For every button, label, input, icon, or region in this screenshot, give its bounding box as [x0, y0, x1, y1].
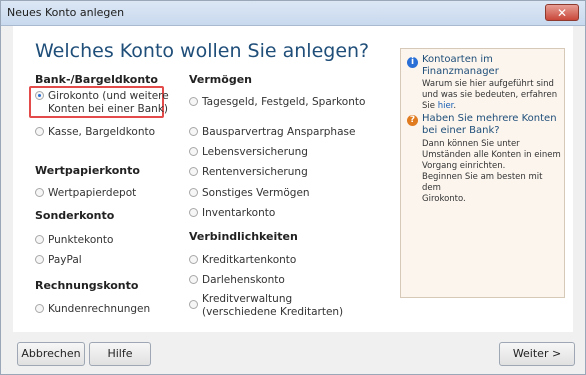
- info-text-kontoarten: Warum sie hier aufgeführt sind und was s…: [422, 79, 558, 111]
- option-lebensversicherung-label: Lebensversicherung: [202, 146, 308, 158]
- close-icon: ✕: [557, 6, 568, 20]
- radio-girokonto[interactable]: [35, 91, 44, 100]
- option-tagesgeld-label: Tagesgeld, Festgeld, Sparkonto: [202, 96, 366, 108]
- option-kundenrechnungen[interactable]: Kundenrechnungen: [35, 303, 150, 315]
- radio-kasse[interactable]: [35, 127, 44, 136]
- radio-bausparvertrag[interactable]: [189, 127, 198, 136]
- section-title-sonder: Sonderkonto: [35, 209, 115, 222]
- option-kasse[interactable]: Kasse, Bargeldkonto: [35, 126, 155, 138]
- radio-darlehens[interactable]: [189, 275, 198, 284]
- section-title-verbindlichkeiten: Verbindlichkeiten: [189, 230, 298, 243]
- next-button[interactable]: Weiter >: [499, 342, 575, 366]
- option-darlehens-label: Darlehenskonto: [202, 274, 285, 286]
- title-bar: Neues Konto anlegen ✕: [1, 1, 585, 26]
- option-girokonto-label-line1: Girokonto (und weitere: [48, 90, 169, 102]
- section-title-rechnung: Rechnungskonto: [35, 279, 139, 292]
- radio-tagesgeld[interactable]: [189, 97, 198, 106]
- content-area: Welches Konto wollen Sie anlegen? Bank-/…: [13, 26, 573, 332]
- option-kreditverwaltung[interactable]: Kreditverwaltung (verschiedene Kreditart…: [189, 293, 343, 319]
- option-kreditkarten[interactable]: Kreditkartenkonto: [189, 254, 296, 266]
- radio-paypal[interactable]: [35, 255, 44, 264]
- cancel-button[interactable]: Abbrechen: [17, 342, 85, 366]
- radio-wertpapierdepot[interactable]: [35, 188, 44, 197]
- option-kreditverwaltung-label-line1: Kreditverwaltung: [202, 293, 293, 305]
- option-rentenversicherung[interactable]: Rentenversicherung: [189, 166, 308, 178]
- radio-rentenversicherung[interactable]: [189, 167, 198, 176]
- question-icon: ?: [407, 115, 418, 126]
- section-title-vermoegen: Vermögen: [189, 73, 252, 86]
- section-title-bank: Bank-/Bargeldkonto: [35, 73, 158, 86]
- option-paypal-label: PayPal: [48, 254, 82, 266]
- option-punktekonto[interactable]: Punktekonto: [35, 234, 113, 246]
- radio-kreditverwaltung[interactable]: [189, 300, 198, 309]
- info-title-mehrere-konten: Haben Sie mehrere Konten bei einer Bank?: [422, 113, 557, 136]
- option-sonstiges[interactable]: Sonstiges Vermögen: [189, 187, 310, 199]
- option-punktekonto-label: Punktekonto: [48, 234, 114, 246]
- info-title-kontoarten: Kontoarten im Finanzmanager: [422, 54, 499, 77]
- option-bausparvertrag-label: Bausparvertrag Ansparphase: [202, 126, 356, 138]
- option-wertpapierdepot[interactable]: Wertpapierdepot: [35, 187, 136, 199]
- option-bausparvertrag[interactable]: Bausparvertrag Ansparphase: [189, 126, 355, 138]
- option-inventar[interactable]: Inventarkonto: [189, 207, 275, 219]
- option-wertpapierdepot-label: Wertpapierdepot: [48, 187, 137, 199]
- radio-lebensversicherung[interactable]: [189, 147, 198, 156]
- option-kasse-label: Kasse, Bargeldkonto: [48, 126, 156, 138]
- option-girokonto[interactable]: Girokonto (und weitere Konten bei einer …: [35, 90, 169, 116]
- option-inventar-label: Inventarkonto: [202, 207, 276, 219]
- radio-punktekonto[interactable]: [35, 235, 44, 244]
- info-link-hier[interactable]: hier: [438, 101, 454, 111]
- section-title-wertpapier: Wertpapierkonto: [35, 164, 140, 177]
- window-title: Neues Konto anlegen: [7, 6, 125, 19]
- radio-kundenrechnungen[interactable]: [35, 304, 44, 313]
- option-kreditkarten-label: Kreditkartenkonto: [202, 254, 297, 266]
- option-tagesgeld[interactable]: Tagesgeld, Festgeld, Sparkonto: [189, 96, 365, 108]
- option-rentenversicherung-label: Rentenversicherung: [202, 166, 308, 178]
- info-text-mehrere-konten: Dann können Sie unter Umständen alle Kon…: [422, 139, 561, 204]
- option-paypal[interactable]: PayPal: [35, 254, 82, 266]
- option-kundenrechnungen-label: Kundenrechnungen: [48, 303, 151, 315]
- option-darlehens[interactable]: Darlehenskonto: [189, 274, 285, 286]
- help-button[interactable]: Hilfe: [89, 342, 151, 366]
- page-title: Welches Konto wollen Sie anlegen?: [35, 40, 370, 62]
- option-girokonto-label-line2: Konten bei einer Bank): [48, 103, 169, 115]
- radio-inventar[interactable]: [189, 208, 198, 217]
- info-icon: i: [407, 57, 418, 68]
- option-lebensversicherung[interactable]: Lebensversicherung: [189, 146, 308, 158]
- close-button[interactable]: ✕: [545, 4, 579, 21]
- option-kreditverwaltung-label-line2: (verschiedene Kreditarten): [202, 306, 344, 318]
- option-sonstiges-label: Sonstiges Vermögen: [202, 187, 310, 199]
- info-panel: i Kontoarten im Finanzmanager Warum sie …: [400, 48, 565, 298]
- dialog-window: Neues Konto anlegen ✕ Welches Konto woll…: [0, 0, 586, 375]
- radio-sonstiges[interactable]: [189, 188, 198, 197]
- radio-kreditkarten[interactable]: [189, 255, 198, 264]
